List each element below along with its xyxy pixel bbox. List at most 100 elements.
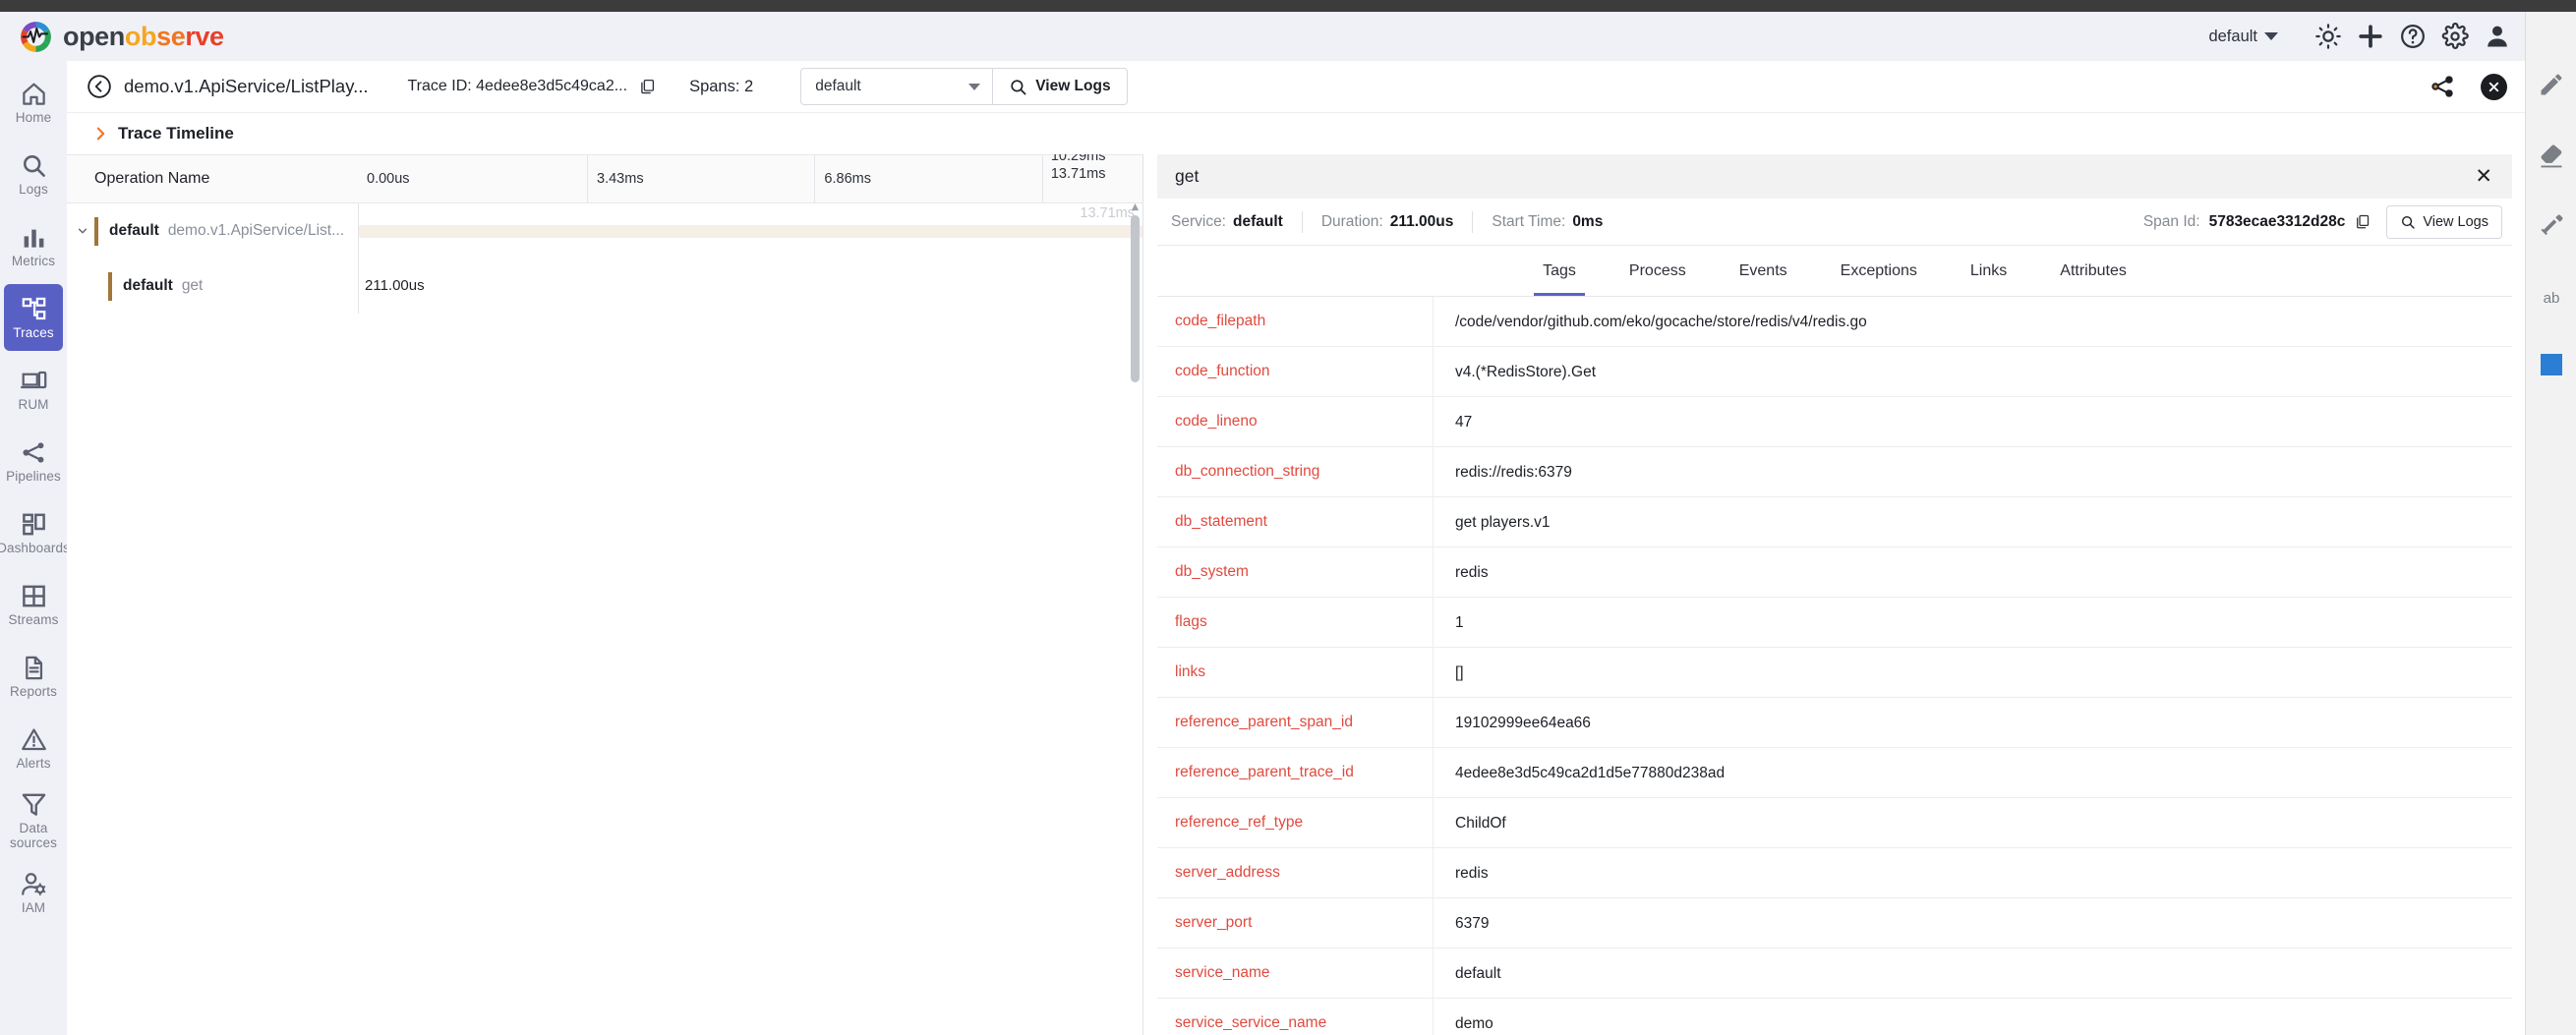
brand-wordmark: openobserve <box>63 22 224 52</box>
text-ab-icon[interactable]: ab <box>2538 283 2565 311</box>
attribute-key[interactable]: flags <box>1157 613 1433 631</box>
span-operation-name: demo.v1.ApiService/List... <box>167 222 345 239</box>
sidebar-item-traces[interactable]: Traces <box>4 284 63 351</box>
sidebar-item-streams[interactable]: Streams <box>4 571 63 638</box>
tab-tags[interactable]: Tags <box>1516 246 1603 296</box>
theme-sun-icon[interactable] <box>2314 23 2342 50</box>
attribute-key[interactable]: code_lineno <box>1157 413 1433 431</box>
brand-logo[interactable]: openobserve <box>10 12 224 61</box>
attribute-key[interactable]: service_name <box>1157 964 1433 982</box>
attribute-key[interactable]: server_port <box>1157 914 1433 932</box>
attribute-key[interactable]: db_connection_string <box>1157 463 1433 481</box>
sidebar-nav: Home Logs Metrics Traces RUM Pipelines Dashboa… <box>0 12 67 1035</box>
attribute-key[interactable]: code_function <box>1157 363 1433 380</box>
span-view-logs-label: View Logs <box>2423 213 2488 230</box>
sidebar-item-home[interactable]: Home <box>4 69 63 136</box>
span-meta-key: Duration: <box>1320 212 1383 230</box>
tab-events[interactable]: Events <box>1713 246 1814 296</box>
sidebar-item-dashboards[interactable]: Dashboards <box>0 499 67 566</box>
span-meta-cell: Start Time: 0ms <box>1473 211 1621 233</box>
spans-count-label: Spans: 2 <box>689 77 754 95</box>
span-operation-name: get <box>181 277 204 294</box>
close-icon[interactable]: ✕ <box>2475 166 2492 187</box>
trace-timeline-toggle[interactable]: Trace Timeline <box>67 113 2525 154</box>
sidebar-item-data-sources[interactable]: Data sources <box>4 786 63 854</box>
scrollbar-thumb[interactable] <box>1131 215 1140 382</box>
sidebar-item-label: Data sources <box>10 821 57 850</box>
annotation-toolbar: ab <box>2525 12 2576 1035</box>
span-view-logs-button[interactable]: View Logs <box>2386 204 2502 239</box>
chevron-down-icon <box>968 83 981 90</box>
attribute-value: redis <box>1433 847 2512 898</box>
warning-icon <box>21 726 47 753</box>
attribute-value: ChildOf <box>1433 797 2512 848</box>
attribute-key[interactable]: server_address <box>1157 864 1433 882</box>
tab-attributes[interactable]: Attributes <box>2033 246 2153 296</box>
chevron-down-icon <box>2264 32 2278 40</box>
sidebar-item-alerts[interactable]: Alerts <box>4 715 63 781</box>
share-icon[interactable] <box>2430 74 2455 99</box>
sidebar-item-rum[interactable]: RUM <box>4 356 63 423</box>
help-icon[interactable] <box>2399 23 2427 50</box>
home-icon <box>21 81 47 107</box>
trace-timeline-title: Trace Timeline <box>118 124 234 143</box>
scroll-up-arrow[interactable] <box>1131 200 1140 211</box>
sidebar-item-logs[interactable]: Logs <box>4 141 63 207</box>
stream-select[interactable]: default <box>800 68 993 105</box>
table-row: code_filepath/code/vendor/github.com/eko… <box>1157 297 2512 347</box>
span-meta-key: Service: <box>1171 212 1226 230</box>
span-id-label: Span Id: <box>2142 212 2200 230</box>
copy-icon[interactable] <box>2354 213 2371 230</box>
attribute-key[interactable]: code_filepath <box>1157 313 1433 330</box>
org-selector[interactable]: default <box>2208 28 2278 46</box>
axis-tick-label: 10.29ms <box>1050 154 1106 164</box>
sidebar-item-reports[interactable]: Reports <box>4 643 63 710</box>
tab-exceptions[interactable]: Exceptions <box>1814 246 1944 296</box>
search-icon <box>21 152 47 179</box>
timeline-rows: 13.71ms default demo.v1.ApiService/List..… <box>67 203 1142 1035</box>
tab-process[interactable]: Process <box>1603 246 1713 296</box>
timeline-span-row[interactable]: default demo.v1.ApiService/List... <box>67 203 1142 259</box>
body-wrapper: Home Logs Metrics Traces RUM Pipelines Dashboa… <box>0 12 2576 1035</box>
pencil-icon[interactable] <box>2538 71 2565 98</box>
attribute-value: 4edee8e3d5c49ca2d1d5e77880d238ad <box>1433 747 2512 798</box>
attribute-key[interactable]: links <box>1157 663 1433 681</box>
copy-icon[interactable] <box>638 78 656 95</box>
sidebar-item-iam[interactable]: IAM <box>4 859 63 926</box>
brand-part-rve: rve <box>185 21 224 51</box>
span-service-name: default <box>123 277 173 294</box>
attribute-key[interactable]: reference_ref_type <box>1157 814 1433 832</box>
sidebar-item-metrics[interactable]: Metrics <box>4 212 63 279</box>
attribute-value: redis://redis:6379 <box>1433 446 2512 497</box>
tab-links[interactable]: Links <box>1944 246 2033 296</box>
attribute-value: v4.(*RedisStore).Get <box>1433 346 2512 397</box>
table-row: service_name default <box>1157 948 2512 999</box>
sidebar-item-pipelines[interactable]: Pipelines <box>4 428 63 494</box>
attribute-value: redis <box>1433 546 2512 598</box>
axis-tick-label: 3.43ms <box>597 171 644 187</box>
attribute-key[interactable]: reference_parent_trace_id <box>1157 764 1433 781</box>
view-logs-button[interactable]: View Logs <box>992 68 1128 105</box>
attribute-key[interactable]: service_service_name <box>1157 1014 1433 1032</box>
back-chevron-icon[interactable] <box>87 74 112 99</box>
main-content: demo.v1.ApiService/ListPlay... Trace ID:… <box>67 61 2525 1035</box>
timeline-scrollbar[interactable] <box>1130 198 1141 1033</box>
chevron-down-icon[interactable] <box>77 225 94 237</box>
attribute-key[interactable]: db_system <box>1157 563 1433 581</box>
attribute-key[interactable]: reference_parent_span_id <box>1157 714 1433 731</box>
sidebar-item-label: Logs <box>19 181 48 197</box>
color-swatch-blue[interactable] <box>2540 354 2562 375</box>
span-row-label-cell: default get <box>67 259 358 314</box>
attribute-value: get players.v1 <box>1433 496 2512 547</box>
eraser-icon[interactable] <box>2538 142 2565 169</box>
account-person-icon[interactable] <box>2484 23 2511 50</box>
sidebar-item-label: IAM <box>21 899 46 915</box>
highlighter-icon[interactable] <box>2538 212 2565 240</box>
slack-icon[interactable] <box>2357 23 2384 50</box>
span-id-value: 5783ecae3312d28c <box>2208 212 2346 230</box>
timeline-span-row[interactable]: default get 211.00us <box>67 259 1142 314</box>
settings-gear-icon[interactable] <box>2441 23 2469 50</box>
close-circle-icon[interactable] <box>2481 73 2507 100</box>
sidebar-item-label: Streams <box>8 611 59 627</box>
attribute-key[interactable]: db_statement <box>1157 513 1433 531</box>
